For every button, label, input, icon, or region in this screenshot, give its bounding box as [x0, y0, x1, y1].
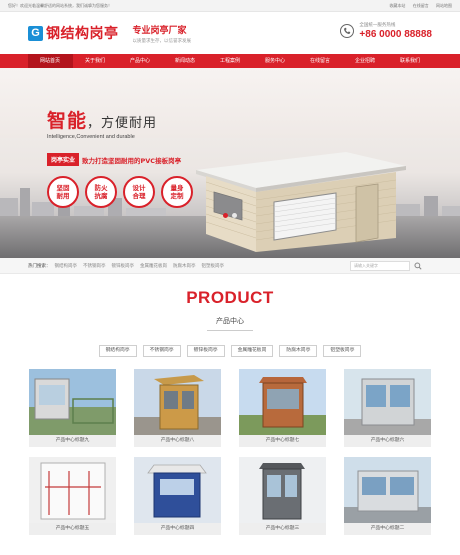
site-header: G 钢结构岗亭 专业岗亭厂家 以质量求生存，以信誉求发展 全国统一服务热线 +8…	[0, 12, 460, 54]
hot-search-item[interactable]: 不锈钢岗亭	[83, 263, 106, 269]
kiosk-image	[196, 152, 406, 252]
banner-tag: 岗亭实业 致力打造坚固耐用的PVC接板岗亭	[47, 153, 181, 166]
search-icon[interactable]	[412, 260, 424, 272]
nav-item-contact[interactable]: 联系我们	[388, 54, 433, 68]
top-bar: 您好！欢迎光临温馨舒适的网站系统，我们诚挚为您服务！ 收藏本站 在线留言 网站地…	[0, 0, 460, 12]
top-links: 收藏本站 在线留言 网站地图	[383, 3, 452, 9]
hotline-number: +86 0000 88888	[359, 29, 432, 40]
slogan-main: 专业岗亭厂家	[132, 25, 187, 36]
logo-mark-icon: G	[28, 25, 43, 41]
nav-item-cases[interactable]: 工程案例	[208, 54, 253, 68]
product-grid: 产品中心标题九 产品中心标题八 产品中心标题七 产品中心标题六 产品中心标题五 …	[0, 369, 460, 545]
welcome-text: 您好！欢迎光临温馨舒适的网站系统，我们诚挚为您服务！	[8, 2, 112, 8]
product-caption: 产品中心标题三	[239, 523, 326, 535]
banner-title: 智能，方便耐用	[47, 106, 157, 133]
nav-item-message[interactable]: 在线留言	[298, 54, 343, 68]
product-card[interactable]: 产品中心标题四	[134, 457, 221, 535]
feature-circle: 量身定制	[161, 176, 193, 208]
product-divider	[207, 330, 253, 331]
banner-dot[interactable]	[232, 213, 237, 218]
hot-search-item[interactable]: 钢结构岗亭	[55, 263, 78, 269]
product-image	[344, 457, 431, 523]
nav-item-news[interactable]: 新闻动态	[163, 54, 208, 68]
top-link-favorite[interactable]: 收藏本站	[389, 3, 405, 8]
product-caption: 产品中心标题八	[134, 435, 221, 447]
banner-pagination	[0, 213, 460, 218]
category-tab[interactable]: 钢结构岗亭	[98, 345, 137, 357]
hot-search-bar: 热门搜索： 钢结构岗亭 不锈钢岗亭 镀锌板岗亭 金属雕花板岗 防腐木岗亭 铝塑板…	[0, 258, 460, 274]
feature-circle: 设计合理	[123, 176, 155, 208]
category-tab[interactable]: 不锈钢岗亭	[142, 345, 181, 357]
product-image	[134, 369, 221, 435]
banner-subtitle-en: Intelligence,Convenient and durable	[47, 134, 135, 140]
logo-text: 钢结构岗亭	[46, 26, 119, 42]
product-image	[239, 369, 326, 435]
hot-search-item[interactable]: 镀锌板岗亭	[112, 263, 135, 269]
banner-tagline: 致力打造坚固耐用的PVC接板岗亭	[82, 156, 182, 165]
top-link-sitemap[interactable]: 网站地图	[436, 3, 452, 8]
product-categories: 钢结构岗亭 不锈钢岗亭 镀锌板岗亭 金属雕花板岗 防腐木岗亭 铝塑板岗亭	[0, 345, 460, 357]
product-image	[239, 457, 326, 523]
category-tab[interactable]: 防腐木岗亭	[279, 345, 318, 357]
slogan: 专业岗亭厂家 以质量求生存，以信誉求发展	[133, 23, 192, 44]
top-link-message[interactable]: 在线留言	[413, 3, 429, 8]
hot-search-item[interactable]: 金属雕花板岗	[140, 263, 167, 269]
hot-search-item[interactable]: 防腐木岗亭	[173, 263, 196, 269]
product-caption: 产品中心标题六	[344, 435, 431, 447]
product-image	[29, 457, 116, 523]
product-image	[29, 369, 116, 435]
product-card[interactable]: 产品中心标题六	[344, 369, 431, 447]
hot-search-label: 热门搜索：	[28, 263, 51, 269]
nav-item-home[interactable]: 网站首页	[27, 54, 73, 68]
category-tab[interactable]: 铝塑板岗亭	[323, 345, 362, 357]
category-tab[interactable]: 金属雕花板岗	[230, 345, 274, 357]
product-card[interactable]: 产品中心标题八	[134, 369, 221, 447]
hotline-label: 全国统一服务热线	[359, 23, 396, 28]
product-image	[344, 369, 431, 435]
product-caption: 产品中心标题七	[239, 435, 326, 447]
product-image	[134, 457, 221, 523]
category-tab[interactable]: 镀锌板岗亭	[186, 345, 225, 357]
product-card[interactable]: 产品中心标题七	[239, 369, 326, 447]
main-nav: 网站首页 关于我们 产品中心 新闻动态 工程案例 服务中心 在线留言 企业招聘 …	[0, 54, 460, 68]
feature-circle: 防火抗腐	[85, 176, 117, 208]
banner-features: 坚固耐用 防火抗腐 设计合理 量身定制	[47, 176, 199, 208]
product-card[interactable]: 产品中心标题九	[29, 369, 116, 447]
nav-item-products[interactable]: 产品中心	[118, 54, 163, 68]
product-caption: 产品中心标题二	[344, 523, 431, 535]
product-subtitle: 产品中心	[216, 317, 244, 325]
feature-circle: 坚固耐用	[47, 176, 79, 208]
nav-item-about[interactable]: 关于我们	[73, 54, 118, 68]
product-section: PRODUCT 产品中心 钢结构岗亭 不锈钢岗亭 镀锌板岗亭 金属雕花板岗 防腐…	[0, 274, 460, 545]
product-caption: 产品中心标题四	[134, 523, 221, 535]
logo[interactable]: G 钢结构岗亭	[28, 23, 119, 43]
nav-item-jobs[interactable]: 企业招聘	[343, 54, 388, 68]
product-card[interactable]: 产品中心标题二	[344, 457, 431, 535]
phone-icon	[340, 24, 355, 38]
banner-title-strong: 智能	[47, 110, 88, 132]
banner-tag-label: 岗亭实业	[47, 153, 80, 166]
banner-dot[interactable]	[223, 213, 228, 218]
product-caption: 产品中心标题五	[29, 523, 116, 535]
product-title: PRODUCT	[186, 288, 274, 307]
search-input[interactable]: 请输入关键字	[350, 261, 410, 271]
nav-item-service[interactable]: 服务中心	[253, 54, 298, 68]
hero-banner[interactable]: 智能，方便耐用 Intelligence,Convenient and dura…	[0, 68, 460, 258]
product-card[interactable]: 产品中心标题五	[29, 457, 116, 535]
product-caption: 产品中心标题九	[29, 435, 116, 447]
slogan-sub: 以质量求生存，以信誉求发展	[132, 38, 192, 44]
hot-search-item[interactable]: 铝塑板岗亭	[202, 263, 225, 269]
hotline: 全国统一服务热线 +86 0000 88888	[340, 22, 432, 40]
product-card[interactable]: 产品中心标题三	[239, 457, 326, 535]
banner-title-rest: ，方便耐用	[87, 116, 158, 131]
